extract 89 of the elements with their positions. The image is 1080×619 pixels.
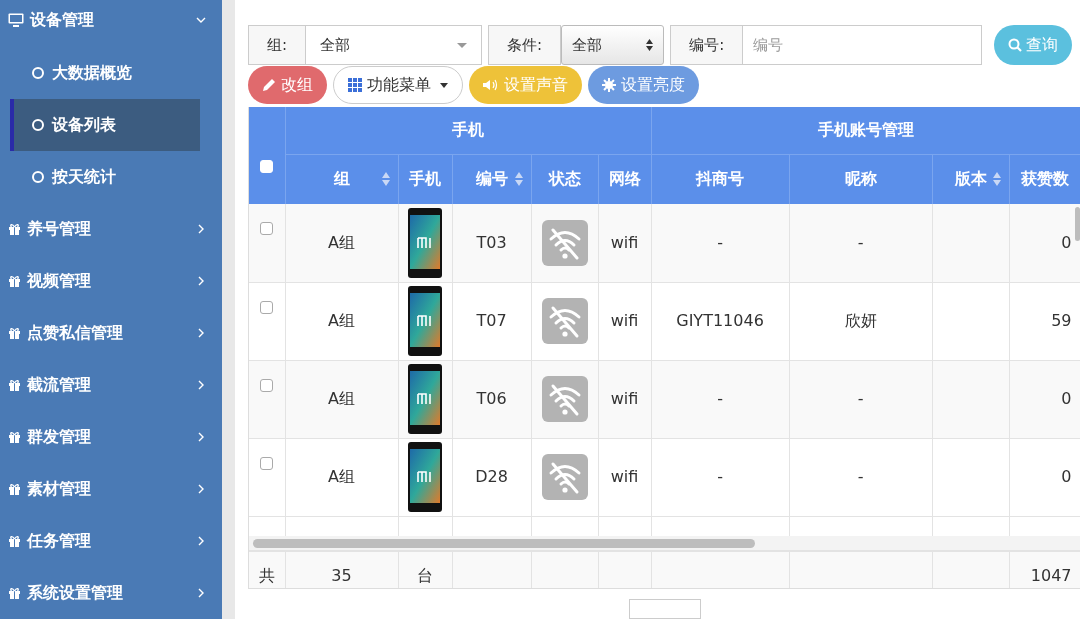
sidebar-item[interactable]: 素材管理 <box>0 469 222 509</box>
gift-icon <box>8 483 21 495</box>
table-cell: T06 <box>452 360 531 438</box>
table-cell: GIYT11046 <box>651 282 790 360</box>
column-header: 手机 <box>398 154 452 204</box>
table-cell: wifi <box>598 438 652 516</box>
regroup-button[interactable]: 改组 <box>248 66 327 104</box>
column-header[interactable]: 版本 <box>932 154 1010 204</box>
code-input[interactable]: 编号 <box>743 25 983 65</box>
table-cell: wifi <box>598 204 652 282</box>
phone-image <box>408 207 442 278</box>
table-cell: T07 <box>452 282 531 360</box>
sidebar-item[interactable]: 视频管理 <box>0 261 222 301</box>
column-header: 昵称 <box>789 154 933 204</box>
checkbox[interactable] <box>260 378 274 392</box>
column-header[interactable]: 编号 <box>452 154 531 204</box>
table-cell: A组 <box>285 204 398 282</box>
column-header: 抖商号 <box>651 154 790 204</box>
group-header: 手机账号管理 <box>651 107 1080 154</box>
set-brightness-button[interactable]: 设置亮度 <box>588 66 699 104</box>
sidebar-item[interactable]: 养号管理 <box>0 209 222 249</box>
filter-label: 组: <box>248 25 307 65</box>
footer-cell: 共 <box>249 551 285 589</box>
sidebar-item[interactable]: 截流管理 <box>0 365 222 405</box>
sort-icon[interactable] <box>992 172 1001 187</box>
column-header: 获赞数 <box>1009 154 1080 204</box>
table-cell: - <box>651 204 790 282</box>
table-cell: A组 <box>285 438 398 516</box>
checkbox[interactable] <box>260 456 274 470</box>
column-header: 状态 <box>531 154 598 204</box>
gift-icon <box>8 223 21 235</box>
table-cell: - <box>789 204 933 282</box>
sort-icon[interactable] <box>381 172 390 187</box>
table-cell: 59 <box>1009 282 1080 360</box>
submenu-item[interactable]: 大数据概览 <box>10 47 200 99</box>
gift-icon <box>8 379 21 391</box>
group-select[interactable]: 全部 <box>306 25 483 65</box>
caret-icon <box>440 82 448 88</box>
column-header: 网络 <box>598 154 652 204</box>
table-cell: D28 <box>452 438 531 516</box>
footer-cell: 35 <box>285 551 398 589</box>
table-cell: 0 <box>1009 438 1080 516</box>
function-menu-button[interactable]: 功能菜单 <box>333 66 463 104</box>
table-cell: wifi <box>598 360 652 438</box>
monitor-icon <box>8 13 24 27</box>
column-header[interactable]: 组 <box>285 154 398 204</box>
table-cell: - <box>789 360 933 438</box>
sidebar-item[interactable]: 点赞私信管理 <box>0 313 222 353</box>
checkbox[interactable] <box>260 222 274 235</box>
grid-icon <box>348 78 362 92</box>
table-cell: 0 <box>1009 360 1080 438</box>
phone-image <box>408 442 442 512</box>
table-cell: T03 <box>452 204 531 282</box>
table-cell: - <box>651 360 790 438</box>
sidebar-item[interactable]: 任务管理 <box>0 521 222 561</box>
vertical-scrollbar[interactable] <box>1075 207 1080 241</box>
pagination-box[interactable] <box>629 599 701 619</box>
up-down-arrows-icon <box>646 39 654 51</box>
search-icon <box>1008 38 1023 52</box>
footer-cell: 1047 <box>1009 551 1080 589</box>
gift-icon <box>8 327 21 339</box>
phone-image <box>408 364 442 434</box>
condition-select[interactable]: 全部 <box>561 25 665 65</box>
submenu-item[interactable]: 按天统计 <box>10 151 200 203</box>
submenu-item[interactable]: 设备列表 <box>10 99 200 151</box>
filter-label: 条件: <box>488 25 562 65</box>
sidebar-item[interactable]: 群发管理 <box>0 417 222 457</box>
gift-icon <box>8 275 21 287</box>
sun-icon <box>602 78 616 92</box>
pencil-icon <box>262 78 276 92</box>
gift-icon <box>8 535 21 547</box>
gift-icon <box>8 431 21 443</box>
footer-cell: 台 <box>398 551 452 589</box>
table-cell: A组 <box>285 282 398 360</box>
table-cell: wifi <box>598 282 652 360</box>
sort-icon[interactable] <box>514 172 523 187</box>
group-header: 手机 <box>285 107 652 154</box>
gift-icon <box>8 587 21 599</box>
table-cell: 欣妍 <box>789 282 933 360</box>
table-cell: A组 <box>285 360 398 438</box>
phone-image <box>408 286 442 356</box>
filter-label: 编号: <box>670 25 744 65</box>
checkbox[interactable] <box>260 300 274 314</box>
horizontal-scrollbar[interactable] <box>253 539 755 548</box>
speaker-icon <box>483 79 499 91</box>
table-cell: - <box>789 438 933 516</box>
sidebar-item[interactable]: 设备管理 <box>0 0 222 40</box>
sidebar-item[interactable]: 系统设置管理 <box>0 573 222 613</box>
table-cell: - <box>651 438 790 516</box>
